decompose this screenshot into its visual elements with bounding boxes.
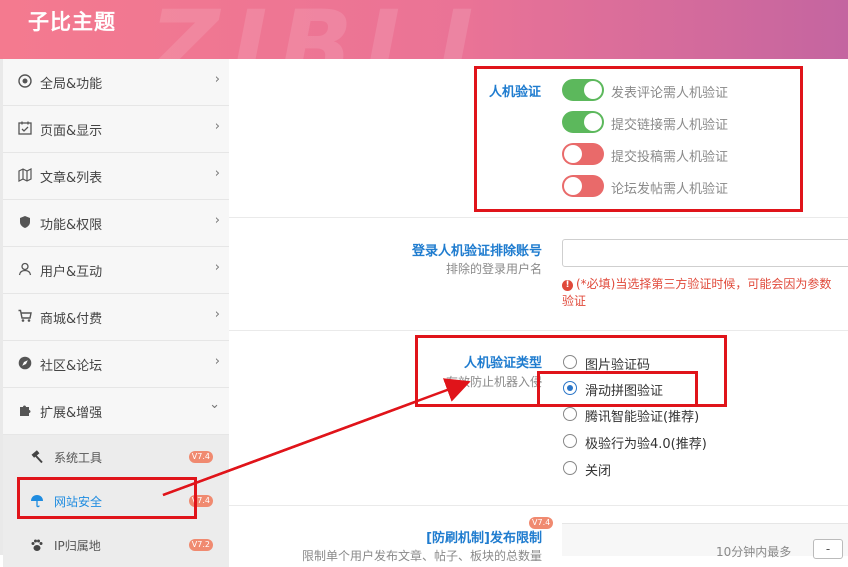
- app-header: ZIBLL 子比主题: [0, 0, 848, 59]
- radio-button[interactable]: [563, 407, 577, 421]
- sidebar-item-label: 社区&论坛: [40, 359, 103, 374]
- sidebar-item-label: 用户&互动: [40, 265, 103, 280]
- warning-message: ! (*必填)当选择第三方验证时候，可能会因为参数 验证: [562, 276, 848, 310]
- annotation-box-site-security: [17, 477, 197, 519]
- radio-label: 腾讯智能验证(推荐): [585, 410, 700, 425]
- chevron-right-icon: ›: [214, 166, 220, 181]
- row-divider: [229, 505, 848, 506]
- sidebar-item-label: 页面&显示: [40, 124, 103, 139]
- annotation-box-slider-option: [537, 371, 698, 407]
- paw-icon: [31, 539, 43, 551]
- sidebar-item-label: 全局&功能: [40, 77, 103, 92]
- sidebar-item-label: 扩展&增强: [40, 406, 103, 421]
- puzzle-icon: [20, 405, 31, 416]
- chevron-right-icon: ›: [214, 354, 220, 369]
- chevron-down-icon: ⌄: [209, 397, 220, 412]
- radio-button[interactable]: [563, 461, 577, 475]
- header-watermark: ZIBLL: [150, 0, 511, 59]
- chevron-right-icon: ›: [214, 213, 220, 228]
- version-badge: V7.4: [529, 517, 554, 529]
- sidebar-item-label: 商城&付费: [40, 312, 103, 327]
- shield-icon: [20, 216, 30, 228]
- warning-icon: !: [562, 280, 573, 291]
- sidebar-item-permissions[interactable]: 功能&权限 ›: [3, 200, 229, 247]
- sidebar-item-label: 文章&列表: [40, 171, 103, 186]
- decrement-button[interactable]: -: [813, 539, 843, 559]
- sidebar-item-extensions[interactable]: 扩展&增强 ⌄: [3, 388, 229, 435]
- row-divider: [229, 217, 848, 218]
- app-title: 子比主题: [28, 10, 116, 34]
- sidebar-item-global[interactable]: 全局&功能 ›: [3, 59, 229, 106]
- version-badge: V7.4: [188, 451, 213, 463]
- sidebar-subitem-label: 系统工具: [54, 451, 103, 465]
- limit-period-text: 10分钟内最多: [716, 545, 792, 559]
- annotation-box-captcha-switches: [474, 66, 803, 212]
- chevron-right-icon: ›: [214, 260, 220, 275]
- exclude-accounts-label: 登录人机验证排除账号: [411, 244, 542, 259]
- radio-label: 关闭: [585, 464, 612, 479]
- calendar-check-icon: [18, 121, 32, 135]
- version-badge: V7.2: [188, 539, 213, 551]
- chevron-right-icon: ›: [214, 119, 220, 134]
- sidebar-item-forum[interactable]: 社区&论坛 ›: [3, 341, 229, 388]
- limit-field[interactable]: [562, 523, 848, 556]
- user-icon: [18, 262, 32, 276]
- row-divider: [229, 330, 848, 331]
- exclude-accounts-input[interactable]: [562, 239, 848, 267]
- sidebar-subitem-system-tools[interactable]: 系统工具 V7.4: [3, 435, 229, 479]
- sidebar-item-label: 功能&权限: [40, 218, 103, 233]
- sidebar-item-page-display[interactable]: 页面&显示 ›: [3, 106, 229, 153]
- sidebar-subitem-label: IP归属地: [54, 539, 101, 553]
- hammer-icon: [31, 450, 43, 464]
- exclude-accounts-desc: 排除的登录用户名: [445, 262, 542, 276]
- sidebar-item-user[interactable]: 用户&互动 ›: [3, 247, 229, 294]
- limit-section-desc: 限制单个用户发布文章、帖子、板块的总数量: [301, 549, 542, 563]
- map-icon: [18, 168, 32, 182]
- compass-icon: [18, 356, 32, 370]
- chevron-right-icon: ›: [214, 72, 220, 87]
- sidebar-subitem-ip-location[interactable]: IP归属地 V7.2: [3, 523, 229, 567]
- sidebar-item-shop[interactable]: 商城&付费 ›: [3, 294, 229, 341]
- chevron-right-icon: ›: [214, 307, 220, 322]
- radio-label: 极验行为验4.0(推荐): [585, 437, 707, 452]
- radio-button[interactable]: [563, 434, 577, 448]
- warning-text-line2: 验证: [562, 294, 587, 308]
- limit-section-label: [防刷机制]发布限制: [426, 531, 542, 546]
- sidebar-item-article-list[interactable]: 文章&列表 ›: [3, 153, 229, 200]
- warning-text-line1: (*必填)当选择第三方验证时候，可能会因为参数: [576, 277, 832, 291]
- cart-icon: [18, 309, 32, 322]
- target-icon: [18, 74, 32, 88]
